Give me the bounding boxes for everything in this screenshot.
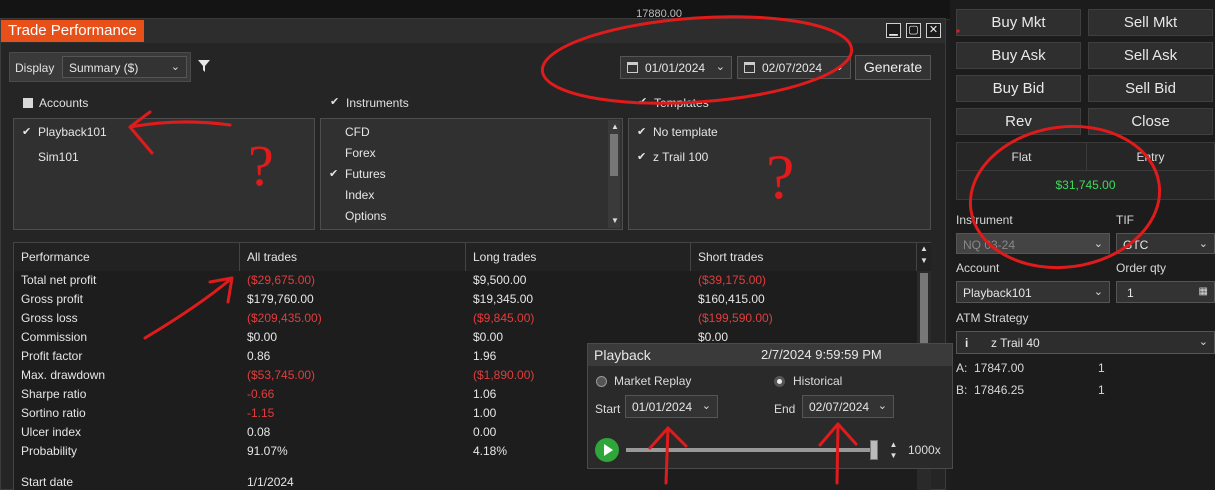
annotation-circle-position [968, 124, 1162, 270]
annotation-arrow-accounts [128, 110, 232, 155]
annotation-arrow-end-date [818, 422, 858, 485]
annotation-arrow-start-date [648, 426, 688, 485]
annotation-question-2: ? [766, 141, 794, 212]
annotation-circle-dates [540, 15, 854, 105]
annotation-dot [956, 29, 960, 33]
annotation-question-1: ? [248, 133, 274, 198]
annotation-arrow-net-profit [143, 276, 234, 340]
annotation-overlay: ? ? [128, 15, 1162, 485]
